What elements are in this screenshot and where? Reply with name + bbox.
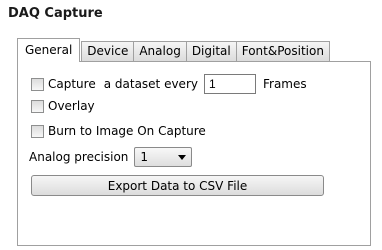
tab-bar: General Device Analog Digital Font&Posit…	[17, 38, 330, 62]
analog-precision-select[interactable]: 1	[134, 147, 193, 167]
burn-row: Burn to Image On Capture	[31, 124, 206, 138]
overlay-row: Overlay	[31, 99, 95, 113]
export-csv-button[interactable]: Export Data to CSV File	[31, 175, 324, 196]
tab-general[interactable]: General	[17, 38, 81, 62]
burn-to-image-checkbox[interactable]	[31, 124, 44, 138]
dataset-every-label: a dataset every	[103, 77, 198, 91]
tab-digital[interactable]: Digital	[185, 41, 237, 61]
precision-row: Analog precision 1	[29, 147, 193, 167]
overlay-label: Overlay	[48, 99, 95, 113]
panel-title: DAQ Capture	[8, 6, 103, 21]
chevron-down-icon	[178, 154, 187, 160]
general-tab-pane: Capture a dataset every Frames Overlay B…	[17, 61, 371, 246]
burn-to-image-label: Burn to Image On Capture	[48, 124, 206, 138]
frames-count-input[interactable]	[203, 74, 256, 94]
capture-row: Capture a dataset every Frames	[31, 74, 307, 94]
analog-precision-label: Analog precision	[29, 150, 129, 164]
tab-font-position[interactable]: Font&Position	[235, 41, 330, 61]
capture-label: Capture	[48, 77, 96, 91]
capture-checkbox[interactable]	[31, 77, 44, 91]
tab-analog[interactable]: Analog	[133, 41, 187, 61]
overlay-checkbox[interactable]	[31, 99, 44, 113]
frames-label: Frames	[262, 77, 307, 91]
tab-device[interactable]: Device	[81, 41, 135, 61]
analog-precision-value: 1	[140, 150, 149, 164]
